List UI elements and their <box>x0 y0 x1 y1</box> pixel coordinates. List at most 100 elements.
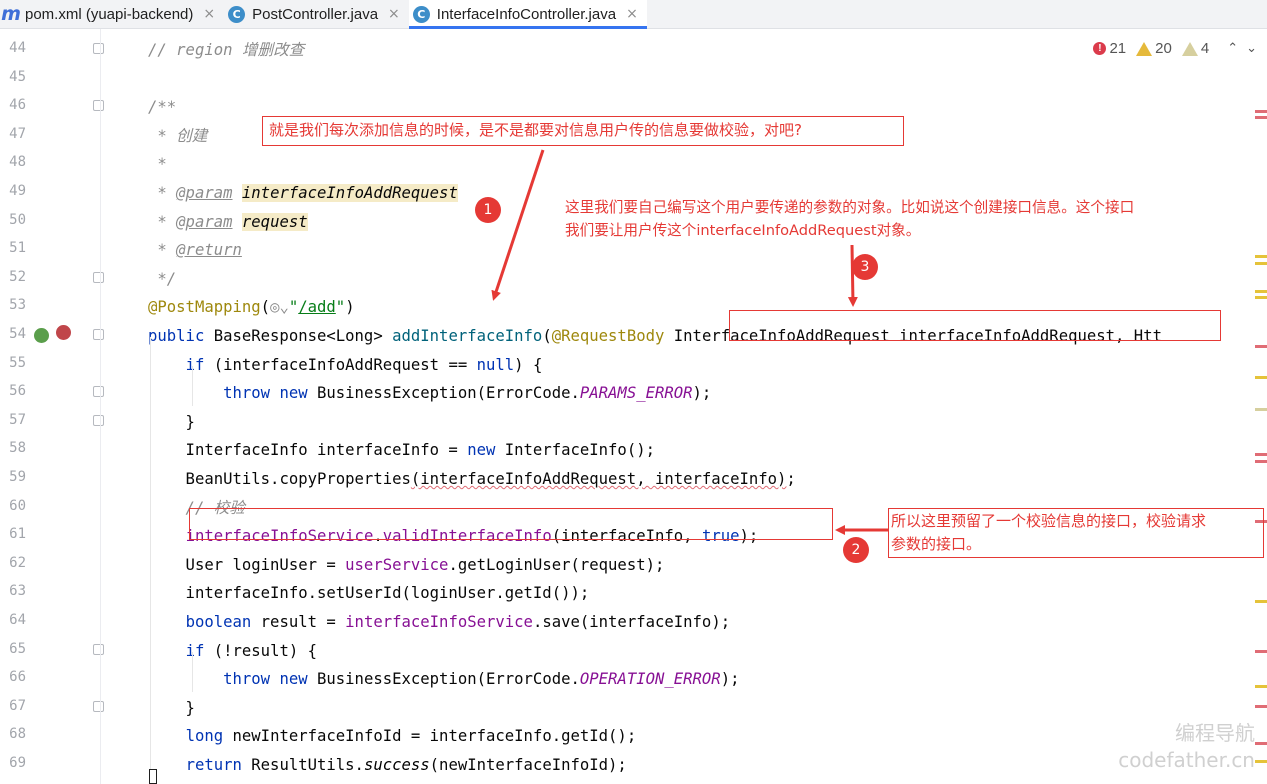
line-number[interactable]: 57 <box>0 412 26 428</box>
code-token: BaseResponse<Long> <box>213 327 393 345</box>
code-line[interactable]: } <box>148 698 195 718</box>
code-line[interactable]: /** <box>148 97 176 117</box>
fold-marker-icon[interactable] <box>93 700 104 712</box>
code-token: } <box>148 698 195 717</box>
maven-icon: m <box>1 3 21 25</box>
code-line[interactable]: interfaceInfo.setUserId(loginUser.getId(… <box>148 583 590 603</box>
line-number[interactable]: 48 <box>0 154 26 170</box>
editor-tab[interactable]: C PostController.java × <box>224 0 409 28</box>
fold-marker-icon[interactable] <box>93 643 104 655</box>
fold-marker-icon[interactable] <box>93 414 104 426</box>
code-token: (!result) { <box>213 641 318 660</box>
web-endpoint-icon[interactable] <box>34 328 49 343</box>
line-number[interactable]: 62 <box>0 555 26 571</box>
line-number[interactable]: 44 <box>0 40 26 56</box>
code-line[interactable]: long newInterfaceInfoId = interfaceInfo.… <box>148 726 637 746</box>
line-number[interactable]: 53 <box>0 297 26 313</box>
code-line[interactable]: */ <box>148 269 176 289</box>
code-line[interactable]: * @param interfaceInfoAddRequest <box>148 183 458 203</box>
warning-count[interactable]: 20 <box>1136 40 1172 57</box>
editor-tab[interactable]: C InterfaceInfoController.java × <box>408 0 647 29</box>
stripe-mark[interactable] <box>1255 296 1267 299</box>
fold-marker-icon[interactable] <box>93 100 104 112</box>
code-line[interactable]: boolean result = interfaceInfoService.sa… <box>148 612 731 632</box>
code-line[interactable]: BeanUtils.copyProperties(interfaceInfoAd… <box>148 469 796 489</box>
code-token: " <box>335 298 346 317</box>
code-token: .getLoginUser(request); <box>448 555 665 574</box>
stripe-mark[interactable] <box>1255 453 1267 456</box>
line-number[interactable]: 55 <box>0 355 26 371</box>
fold-marker-icon[interactable] <box>93 386 104 398</box>
close-icon[interactable]: × <box>388 6 400 22</box>
chevron-down-icon[interactable]: ⌄ <box>1246 41 1257 56</box>
code-token: ( <box>260 298 271 317</box>
line-number[interactable]: 68 <box>0 726 26 742</box>
stripe-mark[interactable] <box>1255 255 1267 258</box>
code-line[interactable]: // region 增删改查 <box>148 40 304 60</box>
stripe-mark[interactable] <box>1255 460 1267 463</box>
code-line[interactable]: throw new BusinessException(ErrorCode.OP… <box>148 669 739 689</box>
code-line[interactable]: User loginUser = userService.getLoginUse… <box>148 555 665 575</box>
line-number[interactable]: 51 <box>0 240 26 256</box>
stripe-mark[interactable] <box>1255 110 1267 113</box>
stripe-mark[interactable] <box>1255 760 1267 763</box>
line-number[interactable]: 67 <box>0 698 26 714</box>
code-token: ( <box>542 327 552 345</box>
stripe-mark[interactable] <box>1255 600 1267 603</box>
code-line[interactable]: * <box>148 154 166 174</box>
code-line[interactable]: if (!result) { <box>148 641 317 661</box>
line-number[interactable]: 52 <box>0 269 26 285</box>
stripe-mark[interactable] <box>1255 376 1267 379</box>
stripe-mark[interactable] <box>1255 262 1267 265</box>
code-line[interactable]: } <box>148 412 195 432</box>
chevron-up-icon[interactable]: ⌃ <box>1227 41 1238 56</box>
stripe-mark[interactable] <box>1255 685 1267 688</box>
stripe-mark[interactable] <box>1255 116 1267 119</box>
line-number[interactable]: 66 <box>0 669 26 685</box>
line-number[interactable]: 59 <box>0 469 26 485</box>
code-line[interactable]: * @return <box>148 240 242 260</box>
code-line[interactable]: * @param request <box>148 212 308 232</box>
stripe-mark[interactable] <box>1255 408 1267 411</box>
code-line[interactable]: throw new BusinessException(ErrorCode.PA… <box>148 383 711 403</box>
line-number[interactable]: 46 <box>0 97 26 113</box>
line-number[interactable]: 45 <box>0 69 26 85</box>
stripe-mark[interactable] <box>1255 650 1267 653</box>
code-line[interactable]: InterfaceInfo interfaceInfo = new Interf… <box>148 440 655 460</box>
error-count[interactable]: ! 21 <box>1093 40 1126 57</box>
watermark-text-cn: 编程导航 <box>1175 721 1255 745</box>
weak-warning-count[interactable]: 4 <box>1181 40 1209 57</box>
inspections-widget[interactable]: ! 21 20 4 ⌃ ⌄ <box>1093 40 1257 57</box>
line-number[interactable]: 63 <box>0 583 26 599</box>
stripe-mark[interactable] <box>1255 705 1267 708</box>
fold-marker-icon[interactable] <box>93 329 104 340</box>
code-token: ); <box>692 384 712 403</box>
line-number[interactable]: 49 <box>0 183 26 199</box>
code-line[interactable]: * 创建 <box>148 126 207 146</box>
line-number[interactable]: 47 <box>0 126 26 142</box>
line-number[interactable]: 65 <box>0 641 26 657</box>
line-number[interactable]: 69 <box>0 755 26 771</box>
line-number[interactable]: 61 <box>0 526 26 542</box>
annotation-note2-line2: 参数的接口。 <box>891 535 982 553</box>
close-icon[interactable]: × <box>203 6 215 22</box>
close-icon[interactable]: × <box>626 6 638 22</box>
method-marker-icon[interactable] <box>56 325 71 340</box>
code-line[interactable]: return ResultUtils.success(newInterfaceI… <box>148 755 627 775</box>
line-number[interactable]: 64 <box>0 612 26 628</box>
line-number[interactable]: 58 <box>0 440 26 456</box>
code-line[interactable]: @PostMapping(◎⌄"/add") <box>148 297 355 317</box>
stripe-mark[interactable] <box>1255 345 1267 348</box>
line-number[interactable]: 50 <box>0 212 26 228</box>
line-number[interactable]: 54 <box>0 326 26 342</box>
line-number[interactable]: 56 <box>0 383 26 399</box>
fold-marker-icon[interactable] <box>93 271 104 283</box>
editor-tab[interactable]: m pom.xml (yuapi-backend) × <box>0 0 224 28</box>
stripe-mark[interactable] <box>1255 742 1267 745</box>
fold-marker-icon[interactable] <box>93 43 104 54</box>
code-line[interactable]: if (interfaceInfoAddRequest == null) { <box>148 355 543 375</box>
stripe-mark[interactable] <box>1255 290 1267 293</box>
line-number[interactable]: 60 <box>0 498 26 514</box>
